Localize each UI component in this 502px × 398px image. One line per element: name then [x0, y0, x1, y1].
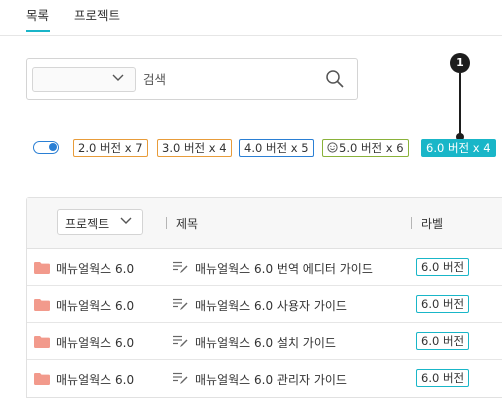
- column-header-label: 라벨: [421, 217, 444, 231]
- chevron-down-icon: [120, 217, 132, 224]
- toggle-knob: [49, 143, 57, 151]
- folder-icon: [34, 262, 50, 274]
- folder-icon: [34, 373, 50, 385]
- filter-chip-label: 4.0 버전 x 5: [244, 141, 309, 155]
- row-label-badge[interactable]: 6.0 버전: [416, 369, 470, 387]
- folder-icon: [34, 336, 50, 348]
- row-label-badge[interactable]: 6.0 버전: [416, 295, 470, 313]
- callout-line: [459, 73, 461, 136]
- tab-projects[interactable]: 프로젝트: [74, 5, 120, 24]
- tab-list[interactable]: 목록: [26, 5, 49, 24]
- search-bar: [26, 58, 358, 100]
- filter-chip-4-0[interactable]: 4.0 버전 x 5: [239, 139, 314, 157]
- row-project: 매뉴얼웍스 6.0: [56, 299, 135, 313]
- smile-icon: [327, 142, 338, 153]
- active-tab-indicator: [26, 30, 50, 32]
- row-label-badge[interactable]: 6.0 버전: [416, 258, 470, 276]
- callout-marker: 1: [450, 53, 470, 73]
- document-table: 프로젝트 제목 라벨 매뉴얼웍스 6.0 매뉴얼웍스 6.0 번역 에디터 가이…: [26, 197, 502, 398]
- document-edit-icon: [173, 298, 188, 310]
- document-edit-icon: [173, 261, 188, 273]
- search-input[interactable]: [143, 67, 323, 92]
- filter-chip-3-0[interactable]: 3.0 버전 x 4: [157, 139, 232, 157]
- chevron-down-icon: [112, 74, 124, 81]
- project-select-label: 프로젝트: [65, 217, 110, 231]
- row-title[interactable]: 매뉴얼웍스 6.0 사용자 가이드: [195, 297, 347, 314]
- row-title[interactable]: 매뉴얼웍스 6.0 설치 가이드: [195, 334, 336, 351]
- filter-toggle[interactable]: [33, 141, 59, 154]
- row-label-badge[interactable]: 6.0 버전: [416, 332, 470, 350]
- table-row[interactable]: 매뉴얼웍스 6.0 매뉴얼웍스 6.0 번역 에디터 가이드 6.0 버전: [27, 249, 502, 286]
- row-title[interactable]: 매뉴얼웍스 6.0 번역 에디터 가이드: [195, 260, 373, 277]
- search-icon[interactable]: [325, 69, 345, 89]
- row-project: 매뉴얼웍스 6.0: [56, 262, 135, 276]
- filter-chip-label: 6.0 버전 x 4: [426, 141, 491, 155]
- tab-bar: 목록 프로젝트: [0, 0, 502, 36]
- column-header-title: 제목: [176, 217, 199, 231]
- table-row[interactable]: 매뉴얼웍스 6.0 매뉴얼웍스 6.0 관리자 가이드 6.0 버전: [27, 360, 502, 397]
- row-project: 매뉴얼웍스 6.0: [56, 336, 135, 350]
- document-edit-icon: [173, 335, 188, 347]
- table-header: 프로젝트 제목 라벨: [27, 198, 502, 249]
- row-title[interactable]: 매뉴얼웍스 6.0 관리자 가이드: [195, 371, 347, 388]
- filter-chip-label: 2.0 버전 x 7: [78, 141, 143, 155]
- table-row[interactable]: 매뉴얼웍스 6.0 매뉴얼웍스 6.0 설치 가이드 6.0 버전: [27, 323, 502, 360]
- table-row[interactable]: 매뉴얼웍스 6.0 매뉴얼웍스 6.0 사용자 가이드 6.0 버전: [27, 286, 502, 323]
- column-divider: [166, 217, 167, 229]
- document-edit-icon: [173, 372, 188, 384]
- filter-chip-2-0[interactable]: 2.0 버전 x 7: [73, 139, 148, 157]
- folder-icon: [34, 299, 50, 311]
- filter-chip-6-0[interactable]: 6.0 버전 x 4: [421, 139, 496, 157]
- row-project: 매뉴얼웍스 6.0: [56, 373, 135, 387]
- filter-chip-label: 3.0 버전 x 4: [162, 141, 227, 155]
- filter-chip-5-0[interactable]: 5.0 버전 x 6: [322, 139, 409, 157]
- filter-chip-label: 5.0 버전 x 6: [339, 141, 404, 155]
- search-scope-select[interactable]: [32, 67, 136, 92]
- project-select[interactable]: 프로젝트: [57, 209, 143, 235]
- column-divider: [411, 217, 412, 229]
